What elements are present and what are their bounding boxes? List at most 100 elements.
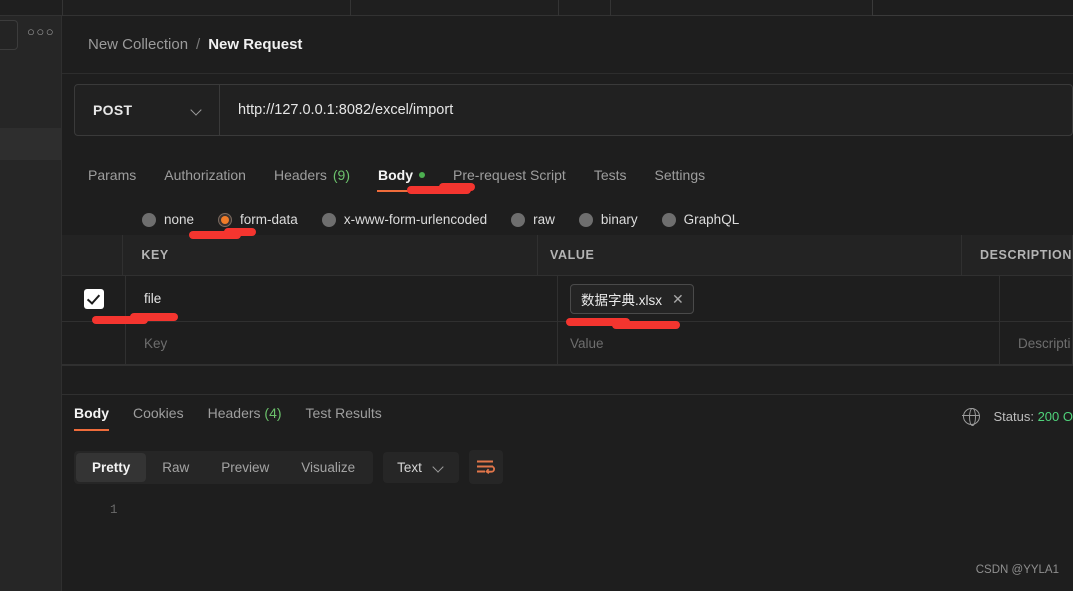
row-checkbox-cell[interactable]: [62, 276, 126, 321]
response-tabs: Body Cookies Headers (4) Test Results: [74, 405, 406, 431]
line-number: 1: [110, 503, 118, 517]
body-type-form-data[interactable]: form-data: [218, 212, 298, 227]
table-row: file 数据字典.xlsx ✕: [62, 276, 1073, 322]
empty-description-cell[interactable]: Descripti: [1000, 322, 1073, 364]
url-input[interactable]: http://127.0.0.1:8082/excel/import: [220, 85, 1072, 135]
key-placeholder: Key: [144, 335, 168, 351]
view-raw[interactable]: Raw: [146, 453, 205, 482]
ellipsis-icon[interactable]: ○○○: [27, 25, 55, 39]
url-bar: POST http://127.0.0.1:8082/excel/import: [74, 84, 1073, 136]
chevron-down-icon: [192, 105, 203, 116]
view-pretty[interactable]: Pretty: [76, 452, 147, 482]
row-key-cell[interactable]: file: [126, 276, 558, 321]
breadcrumb-collection[interactable]: New Collection: [88, 36, 188, 53]
tab-label: Test Results: [305, 405, 382, 421]
tab-label: Body: [74, 405, 109, 421]
breadcrumb-separator: /: [196, 36, 201, 53]
radio-label: raw: [533, 212, 555, 227]
column-header-key: KEY: [141, 248, 169, 262]
sidebar: ○○○: [0, 0, 62, 591]
form-data-table: KEY VALUE DESCRIPTION file 数据字典.xlsx ✕ K…: [62, 235, 1073, 365]
tab-label: Params: [88, 167, 137, 183]
body-type-binary[interactable]: binary: [578, 212, 638, 227]
tab-edge: [62, 0, 63, 16]
tab-label: Headers: [273, 167, 327, 183]
tab-count: (4): [264, 405, 282, 421]
format-toolbar: Pretty Raw Preview Visualize Text: [74, 450, 503, 484]
empty-key-cell[interactable]: Key: [126, 322, 558, 364]
view-preview[interactable]: Preview: [205, 453, 285, 482]
radio-label: none: [164, 212, 195, 227]
tab-pre-request-script[interactable]: Pre-request Script: [439, 154, 580, 192]
sidebar-top-strip: [0, 0, 62, 16]
file-chip: 数据字典.xlsx ✕: [570, 283, 694, 314]
breadcrumb-request[interactable]: New Request: [208, 36, 302, 53]
radio-label: x-www-form-urlencoded: [343, 212, 488, 227]
tab-count: (9): [332, 167, 350, 183]
header-key-cell: KEY: [123, 235, 538, 275]
tab-headers[interactable]: Headers (9): [260, 154, 364, 192]
radio-icon: [142, 212, 156, 227]
modified-dot-icon: [419, 172, 425, 178]
sidebar-selected-row[interactable]: [0, 128, 61, 160]
empty-value-cell[interactable]: Value: [558, 322, 1000, 364]
close-icon[interactable]: ✕: [672, 292, 684, 306]
response-separator: [62, 394, 1073, 395]
column-header-value: VALUE: [550, 248, 595, 262]
tab-active-underline: [74, 428, 109, 431]
watermark: CSDN @YYLA1: [975, 564, 1059, 576]
postman-window: ○○○ New Collection / New Request POST ht…: [0, 0, 1073, 591]
status-text: Status: 200 O: [994, 409, 1073, 424]
row-value-cell[interactable]: 数据字典.xlsx ✕: [558, 276, 1000, 321]
url-row: POST http://127.0.0.1:8082/excel/import: [74, 84, 1073, 136]
tab-active-underline: [377, 189, 426, 192]
word-wrap-button[interactable]: [468, 450, 503, 484]
tab-edge: [558, 0, 559, 16]
view-visualize[interactable]: Visualize: [285, 453, 371, 482]
tab-label: Pre-request Script: [453, 167, 566, 183]
tab-params[interactable]: Params: [74, 154, 150, 192]
tab-edge: [610, 0, 611, 16]
language-selector[interactable]: Text: [383, 451, 459, 483]
value-placeholder: Value: [570, 335, 604, 351]
body-type-urlencoded[interactable]: x-www-form-urlencoded: [321, 212, 488, 227]
radio-icon: [321, 212, 336, 227]
row-description-cell[interactable]: [1000, 276, 1073, 321]
response-status: Status: 200 O: [962, 407, 1073, 427]
tab-settings[interactable]: Settings: [641, 154, 720, 192]
column-header-description: DESCRIPTION: [979, 248, 1072, 262]
tab-authorization[interactable]: Authorization: [150, 154, 260, 192]
method-label: POST: [93, 102, 133, 118]
response-tab-cookies[interactable]: Cookies: [133, 405, 184, 431]
body-type-graphql[interactable]: GraphQL: [661, 212, 740, 227]
breadcrumb: New Collection / New Request: [62, 16, 1073, 74]
table-bottom-border: [62, 365, 1073, 366]
body-type-raw[interactable]: raw: [511, 212, 555, 227]
tab-tests[interactable]: Tests: [580, 154, 641, 192]
request-tabs: Params Authorization Headers (9) Body Pr…: [74, 154, 1073, 198]
method-selector[interactable]: POST: [75, 85, 220, 135]
header-value-cell: VALUE: [538, 235, 962, 275]
row-checkbox[interactable]: [83, 288, 104, 309]
response-tab-test-results[interactable]: Test Results: [306, 405, 382, 431]
response-body-editor[interactable]: 1 CSDN @YYLA1: [62, 492, 1073, 591]
tab-label: Cookies: [133, 405, 184, 421]
word-wrap-icon: [477, 460, 496, 474]
tab-label: Authorization: [164, 167, 246, 183]
tab-label: Headers: [207, 405, 261, 421]
tab-label: Tests: [593, 167, 627, 183]
sidebar-partial-box: [0, 20, 18, 50]
response-tab-body[interactable]: Body: [74, 405, 109, 431]
tab-strip: [62, 0, 1073, 16]
radio-label: GraphQL: [683, 212, 740, 227]
tab-edge: [350, 0, 351, 16]
radio-label: form-data: [240, 212, 298, 227]
tab-body[interactable]: Body: [364, 154, 439, 192]
table-header-row: KEY VALUE DESCRIPTION: [62, 235, 1073, 276]
response-tab-headers[interactable]: Headers (4): [208, 405, 282, 431]
tab-label: Settings: [654, 167, 706, 183]
body-type-none[interactable]: none: [142, 212, 194, 227]
radio-label: binary: [600, 212, 638, 227]
header-checkbox-cell: [62, 235, 124, 275]
tab-active[interactable]: [872, 0, 1073, 16]
